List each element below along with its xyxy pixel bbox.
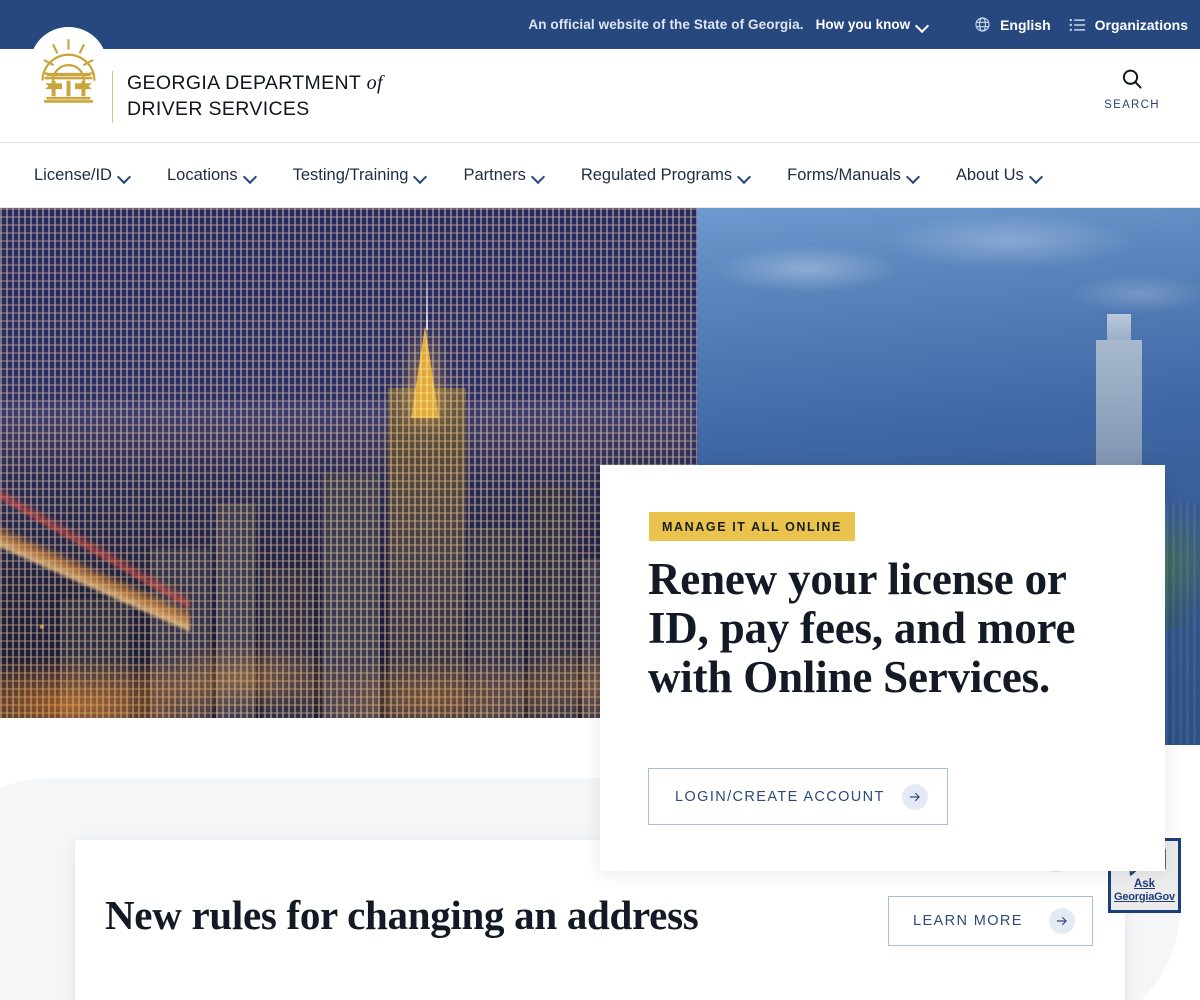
globe-icon [975,17,990,32]
nav-label: Regulated Programs [580,165,733,184]
utility-links: English Organizations [974,16,1188,33]
hero-section: MANAGE IT ALL ONLINE Renew your license … [0,208,1200,871]
nav-label: Locations [166,165,238,184]
official-website-text: An official website of the State of Geor… [528,17,804,32]
nav-item-testing-training[interactable]: Testing/Training [293,166,427,185]
brand-line2: DRIVER SERVICES [127,98,310,120]
chevron-down-icon [415,172,426,179]
brand-divider [112,71,113,123]
language-selector[interactable]: English [974,16,1051,33]
learn-more-label: LEARN MORE [913,913,1023,929]
state-utility-bar: An official website of the State of Geor… [0,0,1200,49]
ask-line-1: Ask [1133,878,1156,890]
agency-logo[interactable] [30,27,107,109]
hero-badge: MANAGE IT ALL ONLINE [649,512,855,541]
list-icon [1069,18,1085,31]
organizations-link[interactable]: Organizations [1069,17,1188,33]
how-you-know-toggle[interactable]: How you know [816,17,929,32]
brand-title: GEORGIA DEPARTMENT of DRIVER SERVICES [127,70,383,122]
chevron-down-icon [917,21,928,28]
chevron-down-icon [119,172,130,179]
main-navigation: License/ID Locations Testing/Training Pa… [0,143,1200,208]
chevron-down-icon [245,172,256,179]
nav-item-regulated-programs[interactable]: Regulated Programs [581,166,750,185]
arrow-right-icon [1049,908,1075,934]
login-create-account-label: LOGIN/CREATE ACCOUNT [675,788,885,805]
chevron-down-icon [533,172,544,179]
nav-item-about-us[interactable]: About Us [956,166,1042,185]
how-you-know-label: How you know [815,17,911,32]
nav-item-partners[interactable]: Partners [463,166,543,185]
hero-highway-light-trails [0,438,190,698]
brand-line1: GEORGIA DEPARTMENT [127,72,367,94]
hero-headline: Renew your license or ID, pay fees, and … [648,554,1076,702]
nav-item-license-id[interactable]: License/ID [34,166,130,185]
promo-title: New rules for changing an address [105,892,699,938]
search-icon [1122,69,1142,89]
search-label: SEARCH [1104,99,1160,111]
brand-of-word: of [366,72,383,94]
learn-more-button[interactable]: LEARN MORE [888,896,1093,946]
hero-image-atlanta-night-skyline [0,208,697,718]
ask-georgiagov-label: Ask GeorgiaGov [1114,878,1175,904]
chevron-down-icon [739,172,750,179]
chevron-down-icon [1031,172,1042,179]
nav-label: License/ID [34,165,112,184]
nav-label: Testing/Training [292,165,409,184]
arrow-right-icon [902,783,928,810]
georgia-seal-arch-icon [41,39,96,103]
nav-item-locations[interactable]: Locations [167,166,256,185]
nav-label: Partners [463,165,526,184]
site-header: GEORGIA DEPARTMENT of DRIVER SERVICES SE… [0,27,1200,143]
nav-item-forms-manuals[interactable]: Forms/Manuals [787,166,919,185]
search-button[interactable]: SEARCH [1092,67,1172,111]
ask-line-2: GeorgiaGov [1114,891,1175,903]
nav-label: About Us [955,165,1024,184]
nav-label: Forms/Manuals [787,165,901,184]
login-create-account-button[interactable]: LOGIN/CREATE ACCOUNT [648,768,948,825]
chevron-down-icon [908,172,919,179]
organizations-label: Organizations [1094,16,1188,33]
page-root: An official website of the State of Geor… [0,0,1200,1000]
language-label: English [1000,16,1051,33]
